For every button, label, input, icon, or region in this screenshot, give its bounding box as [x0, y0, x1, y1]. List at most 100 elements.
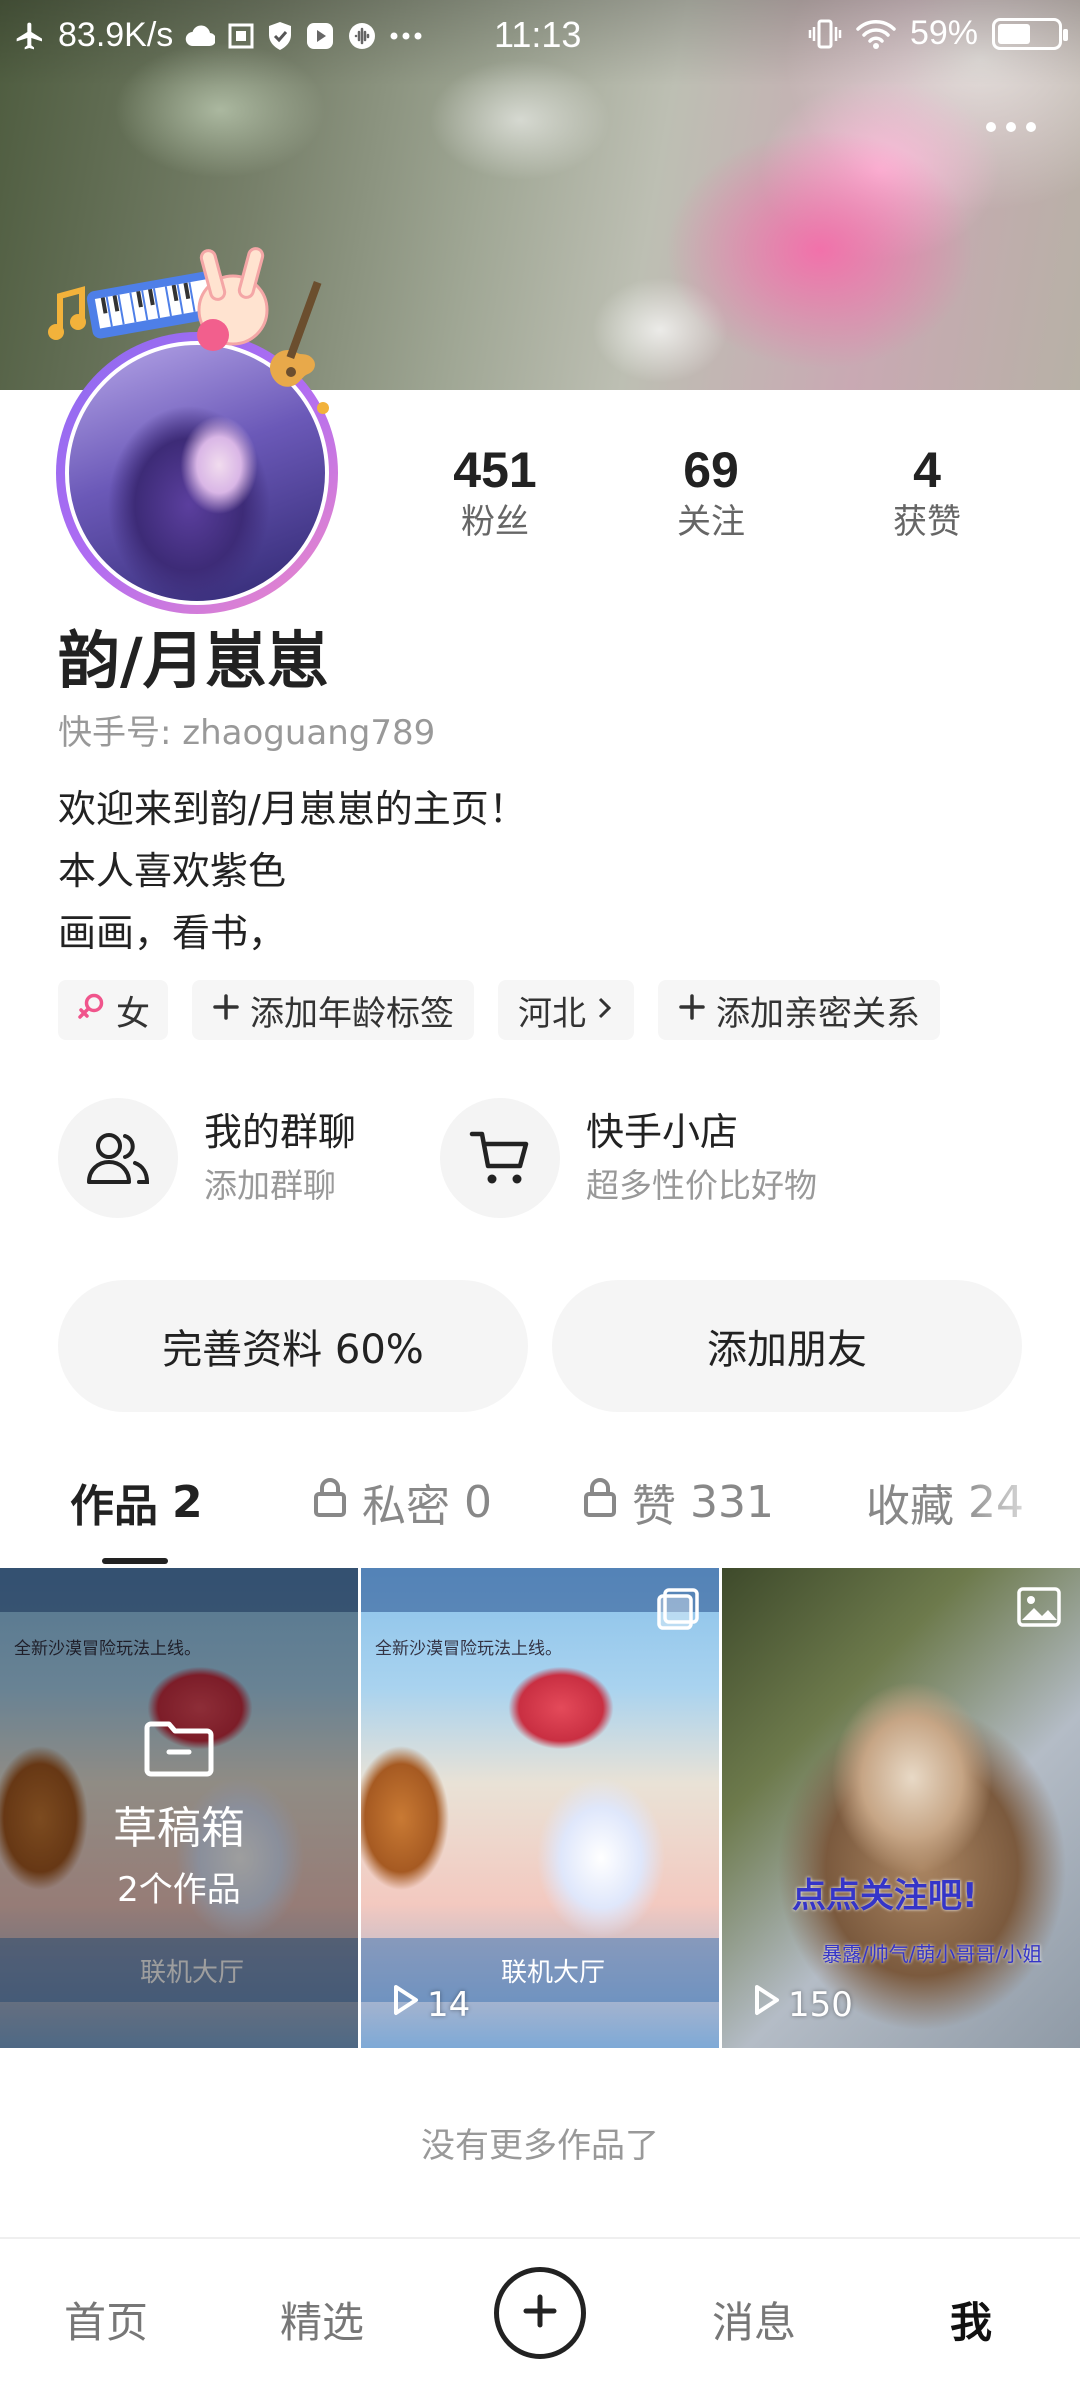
nav-me[interactable]: 我	[950, 2289, 992, 2350]
status-right: 59%	[808, 14, 1068, 53]
works-grid: 全新沙漠冒险玩法上线。 联机大厅 草稿箱 2个作品 全新沙漠冒险玩法上线。 联机…	[0, 1568, 1080, 2048]
play-icon	[752, 1983, 782, 2026]
no-more-works-text: 没有更多作品了	[421, 2126, 659, 2166]
music-note-icon	[48, 286, 86, 340]
gender-label: 女	[116, 993, 150, 1034]
profile-tags: 女 添加年龄标签 河北 添加亲密关系	[58, 980, 940, 1040]
followers-label: 粉丝	[461, 502, 529, 542]
tab-likes[interactable]: 赞 331	[582, 1470, 774, 1534]
image-icon	[1016, 1586, 1062, 1632]
bio-line: 本人喜欢紫色	[58, 849, 287, 893]
more-options-button[interactable]	[986, 122, 1036, 132]
avatar-pendant-decoration	[38, 240, 358, 434]
thumbnail-image	[722, 1568, 1080, 2048]
folder-icon	[143, 1721, 215, 1782]
location-label: 河北	[518, 993, 586, 1034]
female-icon	[76, 990, 106, 1030]
play-count: 150	[752, 1983, 853, 2026]
likes-label: 获赞	[893, 502, 961, 542]
shop-icon-circle	[440, 1098, 560, 1218]
nav-home[interactable]: 首页	[64, 2289, 148, 2350]
group-chat-title: 我的群聊	[204, 1110, 357, 1154]
complete-profile-button[interactable]: 完善资料 60%	[58, 1280, 528, 1412]
drafts-title: 草稿箱	[113, 1803, 245, 1854]
vibrate-icon	[808, 17, 842, 51]
status-time: 11:13	[494, 14, 582, 55]
tab-private[interactable]: 私密 0	[312, 1470, 492, 1534]
thumbnail-banner-text: 全新沙漠冒险玩法上线。	[375, 1639, 562, 1659]
drafts-count: 2个作品	[117, 1870, 241, 1910]
play-count-value: 14	[427, 1984, 471, 2025]
battery-percent: 59%	[909, 14, 978, 52]
add-relation-tag[interactable]: 添加亲密关系	[658, 980, 940, 1040]
dot	[1026, 122, 1036, 132]
sparkle-icon	[317, 402, 329, 414]
battery-icon	[992, 17, 1068, 50]
following-stat[interactable]: 69 关注	[621, 440, 801, 544]
dot	[986, 122, 996, 132]
tab-private-label: 私密	[362, 1481, 450, 1532]
play-count: 14	[391, 1983, 470, 2026]
group-users-icon	[87, 1133, 150, 1184]
likes-count: 4	[913, 442, 941, 498]
profile-bio: 欢迎来到韵/月崽崽的主页！ 本人喜欢紫色 画画，看书，	[58, 778, 527, 964]
bio-line: 欢迎来到韵/月崽崽的主页！	[58, 787, 527, 831]
thumbnail-subcaption: 暴露/帅气/萌小哥哥/小姐	[822, 1942, 1043, 1966]
audio-app-icon	[347, 21, 377, 51]
nav-messages[interactable]: 消息	[712, 2289, 796, 2350]
shop-title: 快手小店	[586, 1110, 739, 1154]
add-age-label: 添加年龄标签	[250, 993, 454, 1034]
plus-icon	[678, 990, 706, 1030]
battery-level	[998, 23, 1030, 44]
location-tag[interactable]: 河北	[498, 980, 634, 1040]
lock-icon	[312, 1476, 348, 1529]
group-chat-text: 我的群聊 添加群聊	[204, 1104, 356, 1212]
lock-icon	[582, 1476, 618, 1529]
followers-stat[interactable]: 451 粉丝	[405, 440, 585, 544]
group-chat-subtitle: 添加群聊	[204, 1166, 336, 1205]
play-icon	[391, 1983, 421, 2026]
tab-likes-label: 赞	[632, 1481, 676, 1532]
more-notifications-icon	[389, 31, 423, 41]
work-item[interactable]: 全新沙漠冒险玩法上线。 联机大厅 14	[361, 1568, 719, 2048]
plus-icon	[520, 2291, 560, 2335]
work-item[interactable]: 点点关注吧! 暴露/帅气/萌小哥哥/小姐 150	[722, 1568, 1080, 2048]
multi-image-icon	[655, 1586, 701, 1636]
profile-name: 韵/月崽崽	[58, 624, 329, 697]
nav-featured[interactable]: 精选	[280, 2289, 364, 2350]
followers-count: 451	[453, 442, 537, 498]
shop-text: 快手小店 超多性价比好物	[586, 1104, 817, 1212]
group-icon-circle	[58, 1098, 178, 1218]
cloud-icon	[185, 24, 216, 48]
following-count: 69	[683, 442, 739, 498]
bio-line: 画画，看书，	[58, 911, 287, 955]
following-label: 关注	[677, 502, 745, 542]
play-app-icon	[305, 21, 335, 51]
shop-subtitle: 超多性价比好物	[586, 1166, 817, 1205]
network-speed: 83.9K/s	[58, 16, 174, 54]
play-count-value: 150	[788, 1984, 853, 2025]
add-age-tag[interactable]: 添加年龄标签	[192, 980, 474, 1040]
draft-content: 草稿箱 2个作品	[0, 1718, 358, 1911]
add-friend-button[interactable]: 添加朋友	[552, 1280, 1022, 1412]
guitar-icon	[270, 281, 322, 387]
gallery-box-icon	[227, 22, 255, 50]
create-button[interactable]	[494, 2267, 586, 2359]
gender-tag[interactable]: 女	[58, 980, 168, 1040]
avatar[interactable]	[48, 247, 338, 614]
drafts-box-item[interactable]: 全新沙漠冒险玩法上线。 联机大厅 草稿箱 2个作品	[0, 1568, 358, 2048]
bottom-nav: 首页 精选 消息 我	[0, 2237, 1080, 2385]
kuaishou-id[interactable]: 快手号: zhaoguang789	[58, 705, 435, 754]
active-tab-indicator	[102, 1558, 168, 1564]
thumbnail-caption: 点点关注吧!	[792, 1876, 978, 1916]
tab-works[interactable]: 作品 2	[70, 1470, 203, 1534]
status-left: 83.9K/s	[14, 16, 423, 55]
shop-shortcut[interactable]: 快手小店 超多性价比好物	[440, 1098, 817, 1218]
content-tabs: 作品 2 私密 0 赞 331 收藏 24	[0, 1470, 1080, 1550]
tabs-fade-overlay	[960, 1470, 1080, 1550]
cart-icon	[469, 1131, 529, 1184]
wifi-icon	[856, 19, 896, 49]
likes-stat[interactable]: 4 获赞	[837, 440, 1017, 544]
group-chat-shortcut[interactable]: 我的群聊 添加群聊	[58, 1098, 356, 1218]
tab-likes-count: 331	[690, 1476, 774, 1528]
